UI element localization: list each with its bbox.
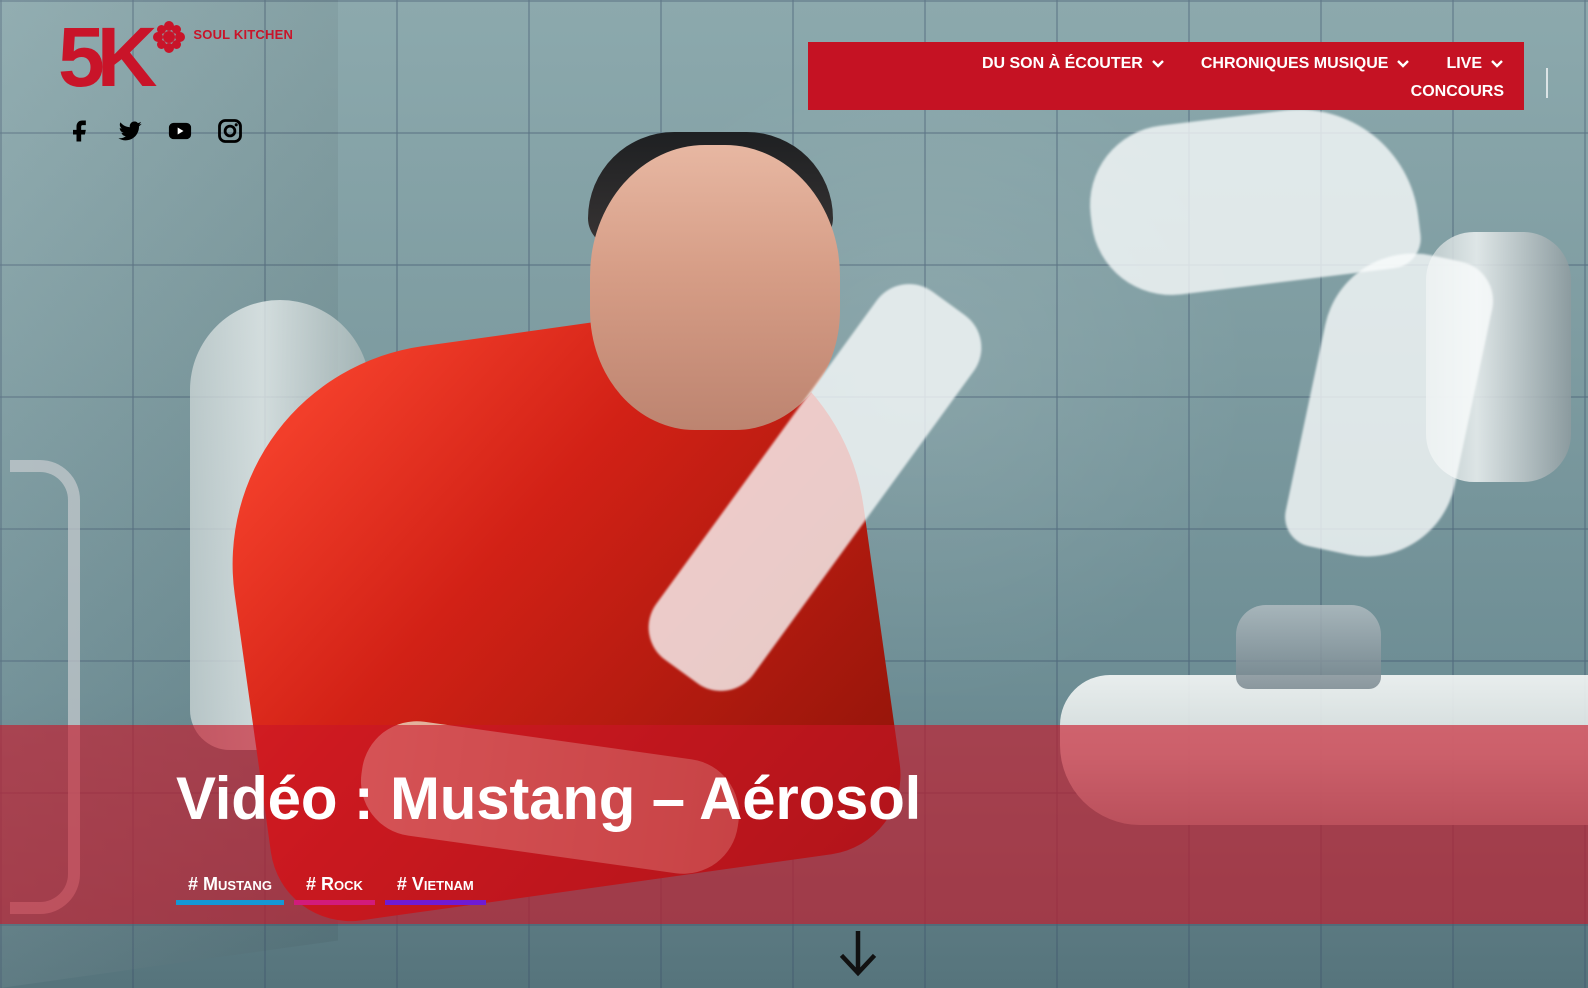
social-links bbox=[66, 117, 244, 145]
logo-text: SOUL KITCHEN bbox=[193, 27, 294, 42]
arrow-down-icon[interactable] bbox=[839, 931, 877, 979]
nav-live[interactable]: LIVE bbox=[1446, 55, 1504, 73]
face bbox=[590, 145, 840, 430]
tag-mustang[interactable]: # Mustang bbox=[176, 871, 284, 905]
nav-du-son-a-ecouter[interactable]: DU SON À ÉCOUTER bbox=[982, 55, 1165, 73]
facebook-icon[interactable] bbox=[66, 117, 94, 145]
nav-item-label: CONCOURS bbox=[1410, 83, 1504, 100]
tag-rock[interactable]: # Rock bbox=[293, 871, 375, 905]
background-faucet bbox=[1236, 605, 1381, 689]
flower-icon bbox=[153, 21, 186, 53]
page-title: Vidéo : Mustang – Aérosol bbox=[176, 765, 922, 832]
tag-label: Rock bbox=[320, 874, 363, 894]
tag-prefix: # bbox=[305, 874, 321, 894]
instagram-icon[interactable] bbox=[216, 117, 244, 145]
nav-concours[interactable]: CONCOURS bbox=[808, 83, 1504, 101]
page: 5K SOUL KITCHEN DU SON À ÉCOUTER CHRONIQ… bbox=[0, 0, 1588, 988]
nav-item-label: CHRONIQUES MUSIQUE bbox=[1200, 55, 1389, 72]
scroll-indicator bbox=[1546, 68, 1548, 98]
site-logo[interactable]: 5K SOUL KITCHEN bbox=[58, 10, 294, 104]
tag-prefix: # bbox=[396, 874, 412, 894]
youtube-icon[interactable] bbox=[166, 117, 194, 145]
chevron-down-icon bbox=[1491, 60, 1503, 68]
chevron-down-icon bbox=[1397, 60, 1410, 68]
tag-label: Vietnam bbox=[411, 874, 474, 894]
nav-item-label: DU SON À ÉCOUTER bbox=[981, 55, 1143, 72]
tag-vietnam[interactable]: # Vietnam bbox=[384, 871, 486, 905]
tag-prefix: # bbox=[188, 874, 204, 894]
tag-label: Mustang bbox=[203, 874, 272, 894]
logo-mark: 5K bbox=[58, 10, 157, 104]
nav-primary-row: DU SON À ÉCOUTER CHRONIQUES MUSIQUE LIVE bbox=[808, 52, 1504, 76]
nav-chroniques-musique[interactable]: CHRONIQUES MUSIQUE bbox=[1201, 55, 1411, 73]
main-navigation: DU SON À ÉCOUTER CHRONIQUES MUSIQUE LIVE… bbox=[808, 42, 1524, 110]
twitter-icon[interactable] bbox=[116, 117, 144, 145]
nav-item-label: LIVE bbox=[1446, 55, 1482, 72]
article-tags: # Mustang # Rock # Vietnam bbox=[176, 871, 486, 905]
chevron-down-icon bbox=[1152, 60, 1164, 68]
